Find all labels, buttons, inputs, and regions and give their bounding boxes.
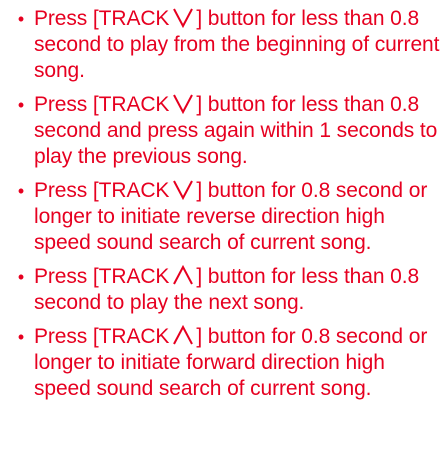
down-chevron-icon [172, 178, 194, 200]
instruction-item: • Press [TRACK] button for 0.8 second or… [10, 324, 440, 402]
instruction-text-start: Press [TRACK [34, 325, 170, 348]
down-chevron-icon [172, 92, 194, 114]
up-chevron-icon [172, 324, 194, 346]
up-chevron-icon [172, 264, 194, 286]
instruction-item: • Press [TRACK] button for 0.8 second or… [10, 178, 440, 256]
bullet-icon: • [17, 267, 25, 287]
instruction-text-start: Press [TRACK [34, 265, 170, 288]
instruction-text-start: Press [TRACK [34, 93, 170, 116]
instruction-item: • Press [TRACK] button for less than 0.8… [10, 6, 440, 84]
instruction-item: • Press [TRACK] button for less than 0.8… [10, 92, 440, 170]
bullet-icon: • [17, 9, 25, 29]
document-page: • Press [TRACK] button for less than 0.8… [0, 0, 448, 457]
bullet-icon: • [17, 181, 25, 201]
instruction-text-start: Press [TRACK [34, 7, 170, 30]
bullet-icon: • [17, 95, 25, 115]
down-chevron-icon [172, 6, 194, 28]
instruction-item: • Press [TRACK] button for less than 0.8… [10, 264, 440, 316]
instruction-text-start: Press [TRACK [34, 179, 170, 202]
instruction-list: • Press [TRACK] button for less than 0.8… [10, 6, 440, 402]
bullet-icon: • [17, 327, 25, 347]
